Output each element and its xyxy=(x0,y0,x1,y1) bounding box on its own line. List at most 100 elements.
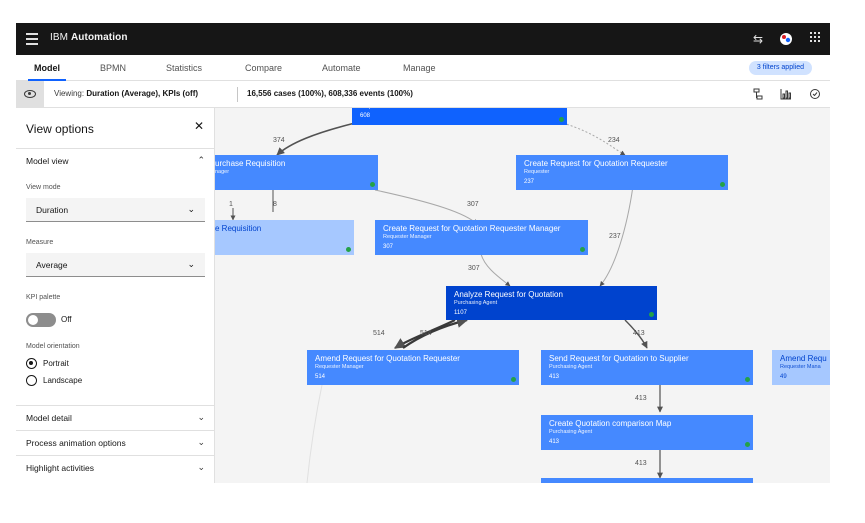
activity-node[interactable]: Create Request for Quotation Requester R… xyxy=(516,155,728,190)
animation-section[interactable]: Process animation options ⌄ xyxy=(16,430,215,454)
cases-summary: 16,556 cases (100%), 608,336 events (100… xyxy=(247,89,413,98)
status-dot xyxy=(370,182,375,187)
top-bar: IBM Automation ⇆ xyxy=(16,23,830,55)
section-label: Process animation options xyxy=(26,438,126,448)
kpi-palette-toggle[interactable] xyxy=(26,313,56,327)
measure-select[interactable]: Average ⌄ xyxy=(26,253,205,277)
edge-count-label: 8 xyxy=(273,201,277,208)
node-title: e Requisition xyxy=(215,224,262,233)
view-options-button[interactable] xyxy=(16,81,44,108)
node-title: Create Request for Quotation Requester xyxy=(524,159,668,168)
share-icon[interactable]: ⇆ xyxy=(750,31,766,47)
brand-name: IBM Automation xyxy=(50,32,128,43)
chevron-down-icon: ⌄ xyxy=(197,412,205,422)
node-title: Amend Request for Quotation Requester xyxy=(315,354,460,363)
activity-node[interactable]: e Requisition xyxy=(215,220,354,255)
checkmark-icon[interactable] xyxy=(809,88,821,100)
node-role: Purchasing Agent xyxy=(549,364,593,370)
edge-count-label: 237 xyxy=(609,233,621,240)
filters-applied-tag[interactable]: 3 filters applied xyxy=(748,61,812,75)
node-role: Requester Mana xyxy=(780,364,821,370)
kpi-toggle-state: Off xyxy=(61,315,72,324)
app-switcher-icon[interactable] xyxy=(807,31,823,47)
node-role: Purchasing Agent xyxy=(549,429,593,435)
process-map-canvas[interactable]: 374 234 1 8 307 237 307 514 514 413 413 … xyxy=(215,108,830,483)
edge-line xyxy=(276,122,356,156)
status-dot xyxy=(649,312,654,317)
portrait-radio[interactable] xyxy=(26,358,37,369)
view-options-panel: View options ✕ Model view ⌃ View mode Du… xyxy=(16,108,215,483)
layout-icon[interactable] xyxy=(752,88,764,100)
kpi-palette-label: KPI palette xyxy=(26,294,61,301)
view-mode-select[interactable]: Duration ⌄ xyxy=(26,198,205,222)
node-title: Send Request for Quotation to Supplier xyxy=(549,354,689,363)
app-window: IBM Automation ⇆ Model BPMN Statistics C… xyxy=(16,23,830,483)
avatar[interactable] xyxy=(778,31,794,47)
chevron-down-icon: ⌄ xyxy=(197,437,205,447)
section-label: Highlight activities xyxy=(26,463,95,473)
section-label: Model detail xyxy=(26,413,72,423)
activity-node[interactable]: Amend Request for Quotation Requester Re… xyxy=(307,350,519,385)
activity-node[interactable]: urchase Requisition nager xyxy=(215,155,378,190)
landscape-label: Landscape xyxy=(43,376,83,385)
status-dot xyxy=(580,247,585,252)
eye-icon xyxy=(24,90,36,98)
status-dot xyxy=(511,377,516,382)
portrait-label: Portrait xyxy=(43,359,69,368)
tab-automate[interactable]: Automate xyxy=(322,55,361,81)
edge-count-label: 514 xyxy=(373,330,385,337)
edge-line xyxy=(480,253,511,287)
node-role: Requester xyxy=(360,108,385,110)
node-role: Requester xyxy=(524,169,550,175)
tab-compare[interactable]: Compare xyxy=(245,55,282,81)
summary-bar: Viewing: Duration (Average), KPIs (off) … xyxy=(16,81,830,108)
activity-node[interactable]: Analyze Request for Quotation Purchasing… xyxy=(446,286,657,320)
node-title: urchase Requisition xyxy=(215,159,286,168)
close-icon[interactable]: ✕ xyxy=(194,119,204,133)
tab-statistics[interactable]: Statistics xyxy=(166,55,202,81)
status-dot xyxy=(745,442,750,447)
view-mode-label: View mode xyxy=(26,184,61,191)
activity-node[interactable]: Create Request for Quotation Requester M… xyxy=(375,220,588,255)
chevron-down-icon: ⌄ xyxy=(187,259,195,269)
tab-bar: Model BPMN Statistics Compare Automate M… xyxy=(16,55,830,81)
status-dot xyxy=(559,117,564,122)
status-dot xyxy=(720,182,725,187)
viewing-summary: Viewing: Duration (Average), KPIs (off) xyxy=(54,89,199,98)
select-value: Average xyxy=(36,260,68,270)
activity-node[interactable]: Amend Requ Requester Mana 49 xyxy=(772,350,830,385)
node-title: Create Request for Quotation Requester M… xyxy=(383,224,561,233)
node-count: 237 xyxy=(524,179,535,185)
edge-count-label: 374 xyxy=(273,137,285,144)
edge-line xyxy=(306,379,324,483)
model-detail-section[interactable]: Model detail ⌄ xyxy=(16,405,215,429)
select-value: Duration xyxy=(36,205,69,215)
activity-node[interactable]: Send Request for Quotation to Supplier P… xyxy=(541,350,753,385)
landscape-radio[interactable] xyxy=(26,375,37,386)
node-count: 608 xyxy=(360,113,371,119)
highlight-section[interactable]: Highlight activities ⌄ xyxy=(16,455,215,479)
chart-icon[interactable] xyxy=(780,88,792,100)
node-title: Analyze Request for Quotation xyxy=(454,290,563,299)
status-dot xyxy=(346,247,351,252)
edge-count-label: 307 xyxy=(467,201,479,208)
chevron-down-icon: ⌄ xyxy=(187,204,195,214)
activity-node[interactable]: Create Quotation comparison Map Purchasi… xyxy=(541,415,753,450)
section-label: Model view xyxy=(26,156,69,166)
panel-title: View options xyxy=(26,122,94,136)
activity-node[interactable]: Requester 608 xyxy=(352,108,567,125)
node-count: 413 xyxy=(549,374,560,380)
edge-count-label: 413 xyxy=(635,395,647,402)
node-count: 1107 xyxy=(454,310,467,316)
menu-icon[interactable] xyxy=(26,33,38,45)
tab-model[interactable]: Model xyxy=(28,55,66,81)
tab-manage[interactable]: Manage xyxy=(403,55,436,81)
tab-bpmn[interactable]: BPMN xyxy=(100,55,126,81)
model-view-section[interactable]: Model view ⌃ xyxy=(16,148,215,172)
measure-label: Measure xyxy=(26,239,54,246)
activity-node[interactable] xyxy=(541,478,753,483)
edge-line xyxy=(402,317,469,349)
node-role: Requester Manager xyxy=(315,364,364,370)
edge-count-label: 413 xyxy=(635,460,647,467)
node-count: 49 xyxy=(780,374,787,380)
